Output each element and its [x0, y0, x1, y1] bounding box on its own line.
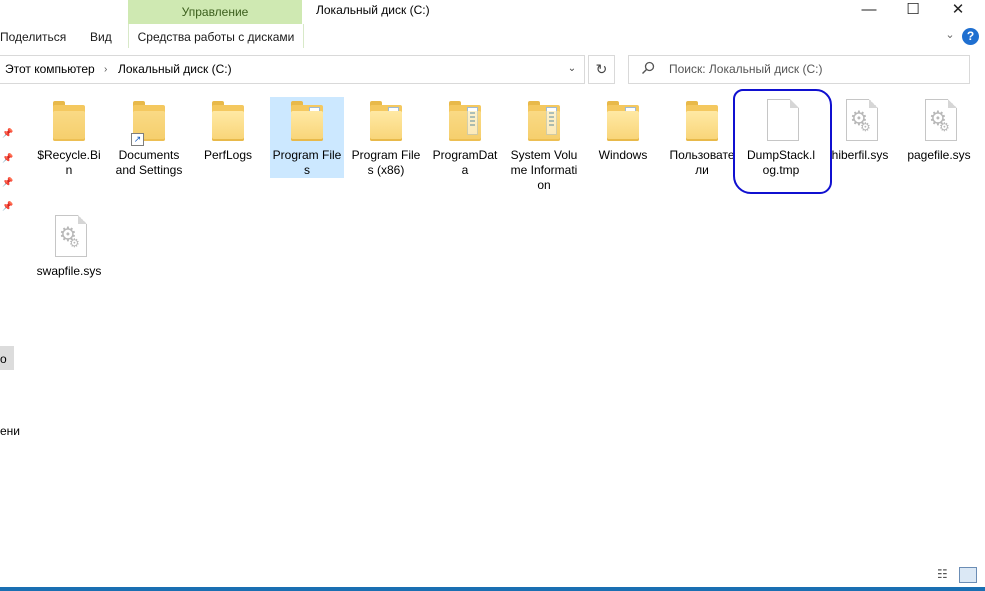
folder-icon [204, 97, 252, 145]
file-item[interactable]: ProgramData [428, 97, 502, 178]
file-item[interactable]: Windows [586, 97, 660, 163]
file-item-label: Documents and Settings [115, 148, 183, 177]
file-item-label: System Volume Information [510, 148, 578, 192]
folder-icon [45, 97, 93, 145]
nav-item-label: о [0, 352, 7, 366]
file-item-label: swapfile.sys [36, 264, 102, 278]
maximize-button[interactable]: ☐ [891, 0, 935, 20]
tab-drive-tools[interactable]: Средства работы с дисками [128, 24, 304, 48]
pin-icon: 📌 [2, 177, 14, 187]
file-item-label: hiberfil.sys [831, 148, 889, 162]
pin-icon: 📌 [2, 153, 14, 163]
details-view-icon[interactable]: ☷ [937, 567, 953, 581]
file-item-label: Пользователи [669, 148, 735, 177]
search-icon [642, 61, 655, 74]
file-item[interactable]: ⚙ ⚙ swapfile.sys [32, 213, 106, 279]
tab-manage[interactable]: Управление [128, 0, 302, 24]
file-item[interactable]: System Volume Information [507, 97, 581, 193]
taskbar-edge [0, 587, 985, 591]
system-file-icon: ⚙ ⚙ [915, 97, 963, 145]
annotation-circle [733, 89, 832, 194]
tab-view[interactable]: Вид [90, 24, 112, 48]
file-item[interactable]: ↗ Documents and Settings [112, 97, 186, 178]
folder-icon [599, 97, 647, 145]
file-item[interactable]: PerfLogs [191, 97, 265, 163]
breadcrumb-separator[interactable]: › [104, 56, 107, 83]
file-item[interactable]: Program Files [270, 97, 344, 178]
search-placeholder: Поиск: Локальный диск (C:) [669, 62, 823, 76]
file-item[interactable]: Program Files (x86) [349, 97, 423, 178]
file-item-label: pagefile.sys [907, 148, 971, 162]
folder-icon [678, 97, 726, 145]
breadcrumb-this-pc[interactable]: Этот компьютер [5, 56, 95, 83]
file-item-label: ProgramData [432, 148, 498, 177]
minimize-button[interactable]: — [847, 0, 891, 20]
file-item[interactable]: ⚙ ⚙ hiberfil.sys [823, 97, 897, 163]
chevron-down-icon[interactable]: ⌄ [943, 26, 957, 44]
file-item-label: PerfLogs [203, 148, 253, 162]
breadcrumb-local-disk[interactable]: Локальный диск (C:) [118, 56, 232, 83]
file-item-label: Program Files (x86) [351, 148, 421, 177]
file-item-label: Windows [598, 148, 648, 162]
file-item[interactable]: ⚙ ⚙ pagefile.sys [902, 97, 976, 163]
pin-icon: 📌 [2, 201, 14, 211]
pin-icon: 📌 [2, 128, 14, 138]
file-item-label: Program Files [272, 148, 342, 177]
file-item[interactable]: Пользователи [665, 97, 739, 178]
system-file-icon: ⚙ ⚙ [45, 213, 93, 261]
shortcut-folder-icon: ↗ [125, 97, 173, 146]
folder-icon [283, 97, 331, 145]
help-icon[interactable]: ? [962, 28, 979, 45]
folder-icon [520, 97, 568, 145]
shortcut-arrow-icon: ↗ [131, 133, 144, 146]
window-title: Локальный диск (C:) [316, 3, 430, 17]
status-bar [0, 564, 985, 586]
folder-icon [441, 97, 489, 145]
system-file-icon: ⚙ ⚙ [836, 97, 884, 145]
file-item[interactable]: $Recycle.Bin [32, 97, 106, 178]
refresh-button[interactable]: ↻ [588, 55, 615, 84]
tab-share[interactable]: Поделиться [0, 24, 66, 48]
close-button[interactable]: ✕ [936, 0, 980, 20]
folder-icon [362, 97, 410, 145]
address-dropdown-button[interactable]: ⌄ [562, 56, 582, 82]
large-icons-view-icon[interactable] [959, 567, 977, 583]
file-item-label: $Recycle.Bin [37, 148, 101, 177]
nav-item-label: ени [0, 424, 21, 438]
